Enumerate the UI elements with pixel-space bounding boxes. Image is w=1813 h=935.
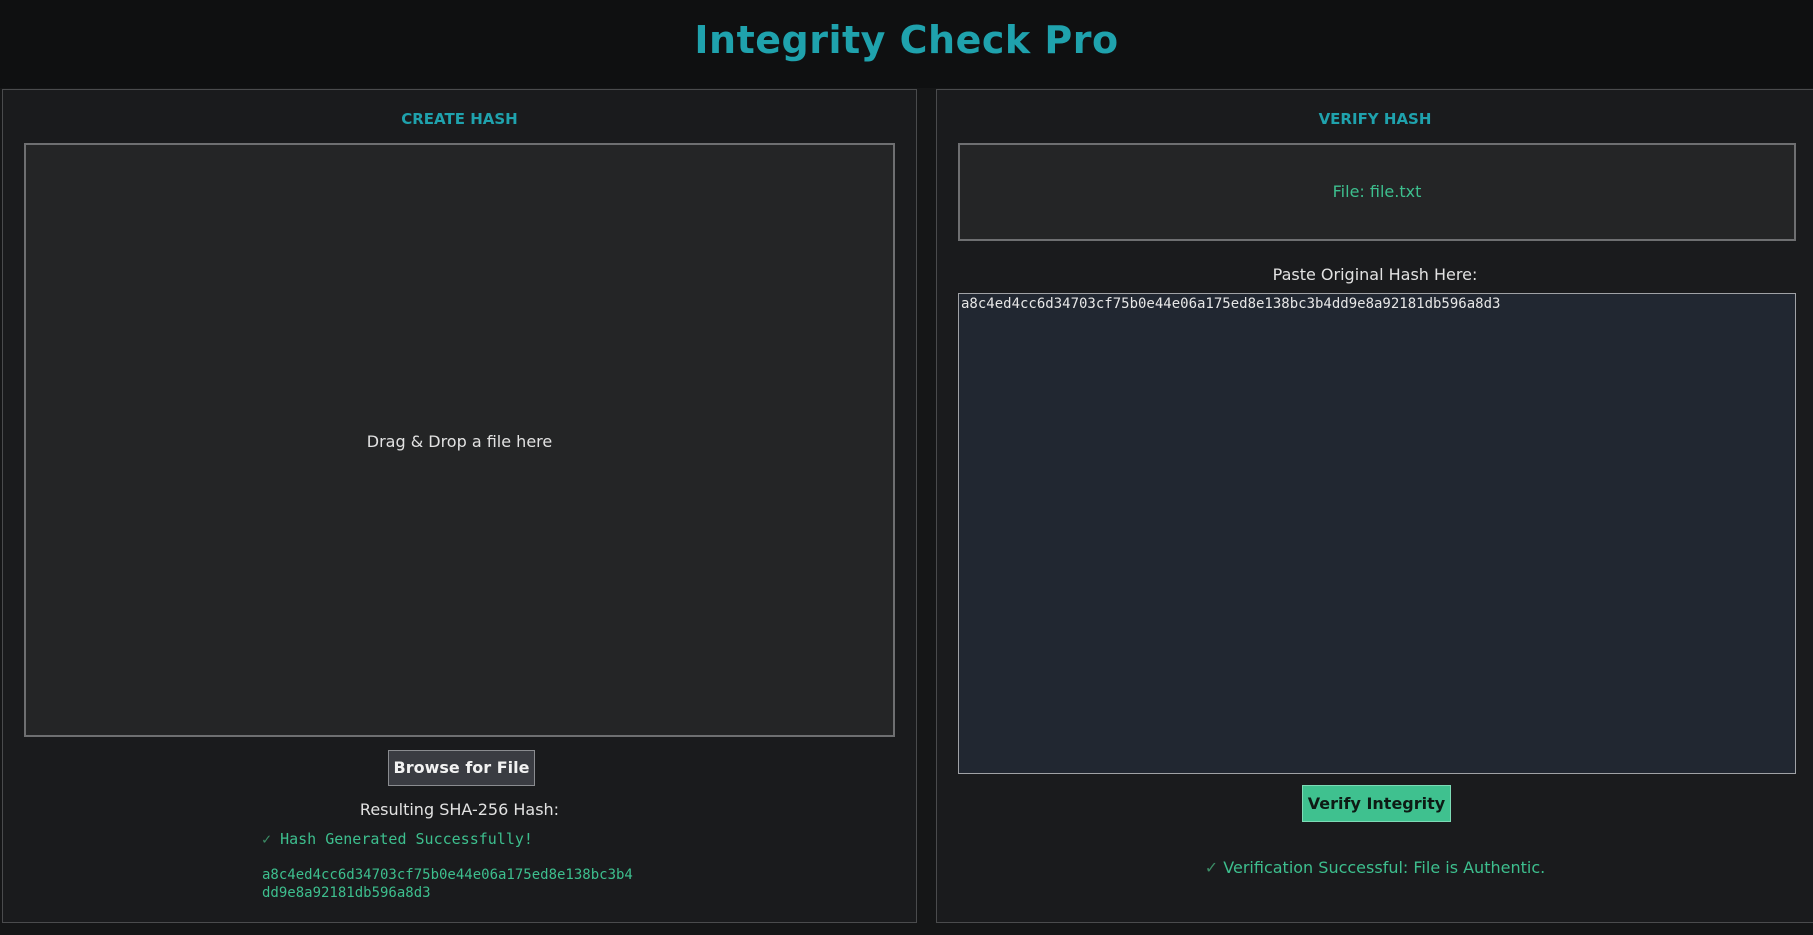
verification-result-text: Verification Successful: File is Authent… <box>1223 858 1546 877</box>
title-bar: Integrity Check Pro <box>0 0 1813 88</box>
file-dropzone[interactable]: Drag & Drop a file here <box>24 143 895 737</box>
resulting-hash-label: Resulting SHA-256 Hash: <box>359 800 560 819</box>
browse-file-button[interactable]: Browse for File <box>388 750 535 786</box>
app-title: Integrity Check Pro <box>694 18 1119 62</box>
generated-hash-line: dd9e8a92181db596a8d3 <box>262 885 431 901</box>
generated-hash-line: a8c4ed4cc6d34703cf75b0e44e06a175ed8e138b… <box>262 867 633 883</box>
checkmark-icon: ✓ <box>262 830 272 848</box>
verify-integrity-button[interactable]: Verify Integrity <box>1302 785 1451 822</box>
dropzone-label: Drag & Drop a file here <box>366 432 553 451</box>
hash-status-text: Hash Generated Successfully! <box>280 830 533 848</box>
verify-hash-panel: VERIFY HASH File: file.txt Paste Origina… <box>936 89 1813 923</box>
verification-result: ✓ Verification Successful: File is Authe… <box>937 858 1813 877</box>
hash-status-message: ✓ Hash Generated Successfully! <box>262 830 533 848</box>
app-window: Integrity Check Pro CREATE HASH Drag & D… <box>0 0 1813 935</box>
generated-hash-output: a8c4ed4cc6d34703cf75b0e44e06a175ed8e138b… <box>262 866 662 902</box>
original-hash-input[interactable]: a8c4ed4cc6d34703cf75b0e44e06a175ed8e138b… <box>958 293 1796 774</box>
paste-hash-label: Paste Original Hash Here: <box>1272 265 1478 284</box>
selected-file-label: File: file.txt <box>1332 182 1422 201</box>
create-hash-heading: CREATE HASH <box>401 110 518 128</box>
checkmark-icon: ✓ <box>1204 858 1219 877</box>
create-hash-panel: CREATE HASH Drag & Drop a file here Brow… <box>2 89 917 923</box>
verify-hash-heading: VERIFY HASH <box>1318 110 1432 128</box>
verify-file-dropzone[interactable]: File: file.txt <box>958 143 1796 241</box>
